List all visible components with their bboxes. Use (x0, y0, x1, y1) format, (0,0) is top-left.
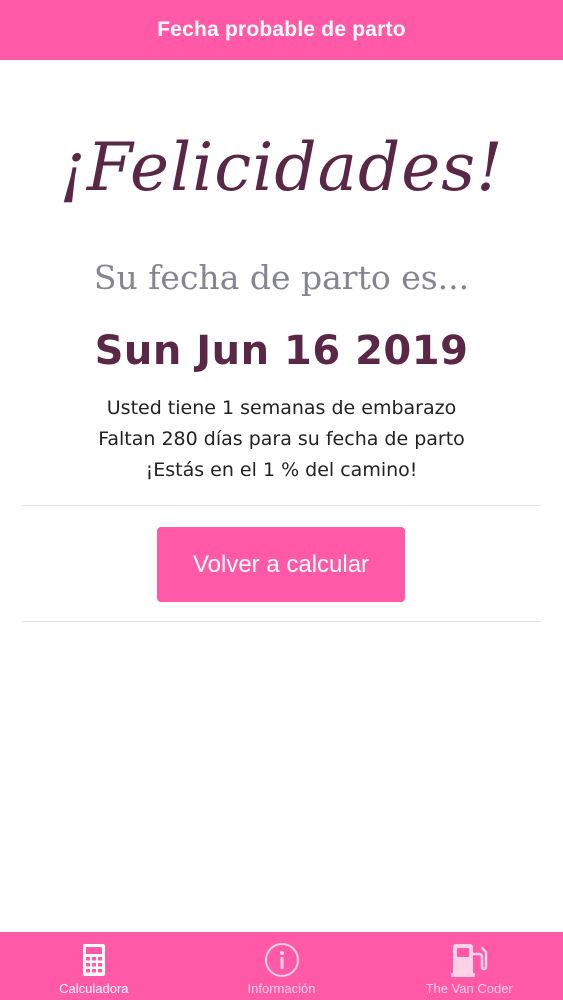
weeks-pregnant-text: Usted tiene 1 semanas de embarazo (106, 397, 457, 419)
info-icon (262, 940, 302, 980)
due-date-intro: Su fecha de parto es... (93, 258, 470, 297)
fuel-pump-icon (449, 940, 489, 980)
tab-the-van-coder[interactable]: The Van Coder (375, 932, 563, 1000)
tab-the-van-coder-label: The Van Coder (425, 981, 513, 996)
congratulations-heading: ¡Felicidades! (59, 129, 504, 206)
divider (22, 505, 541, 506)
days-remaining-text: Faltan 280 días para su fecha de parto (98, 428, 465, 450)
page-title: Fecha probable de parto (157, 18, 406, 41)
progress-percent-text: ¡Estás en el 1 % del camino! (145, 459, 418, 481)
tab-informacion[interactable]: Información (188, 932, 376, 1000)
tab-calculadora[interactable]: Calculadora (0, 932, 188, 1000)
tab-calculadora-label: Calculadora (59, 981, 129, 996)
due-date-value: Sun Jun 16 2019 (94, 328, 469, 374)
app-screen: Fecha probable de parto ¡Felicidades! Su… (0, 0, 563, 1000)
calculator-icon (74, 940, 114, 980)
pregnancy-info: Usted tiene 1 semanas de embarazo Faltan… (0, 393, 563, 486)
top-bar: Fecha probable de parto (0, 0, 563, 60)
tab-bar: Calculadora Información The Van Coder (0, 932, 563, 1000)
recalculate-button[interactable]: Volver a calcular (157, 527, 405, 602)
tab-informacion-label: Información (247, 981, 316, 996)
divider (22, 621, 541, 622)
recalculate-button-label: Volver a calcular (192, 550, 370, 578)
